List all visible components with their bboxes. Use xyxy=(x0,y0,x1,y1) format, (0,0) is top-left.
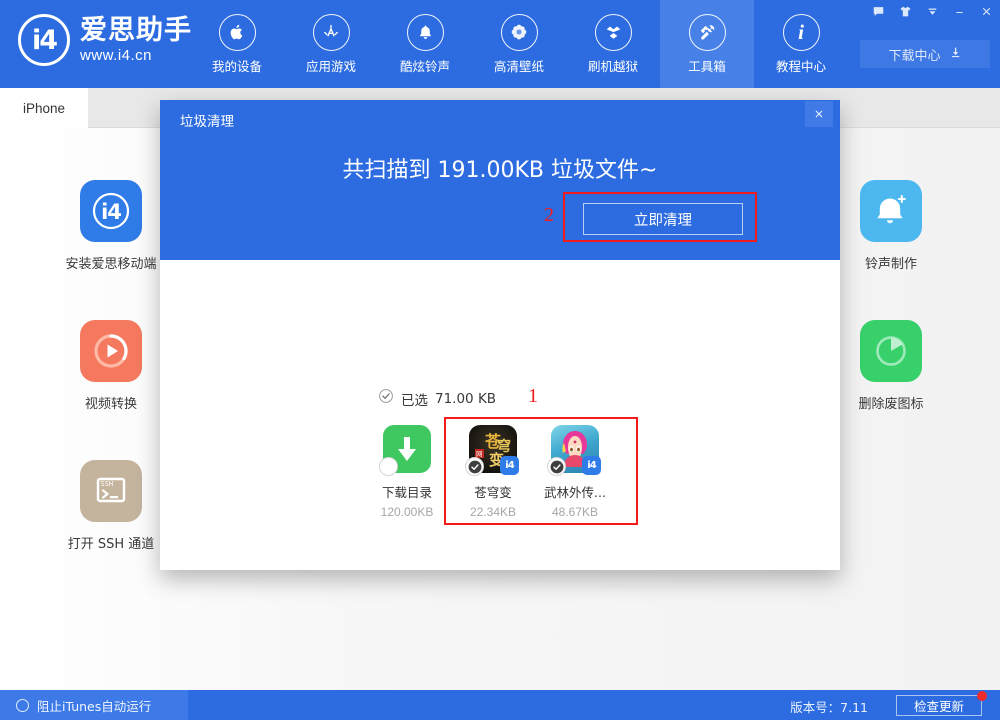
itunes-block-toggle[interactable]: 阻止iTunes自动运行 xyxy=(0,690,188,720)
dialog-title: 垃圾清理 xyxy=(180,114,234,130)
nav-label: 酷炫铃声 xyxy=(399,58,450,74)
file-name: 武林外传... xyxy=(544,485,606,500)
minimize-icon[interactable] xyxy=(946,0,973,22)
file-checkbox[interactable] xyxy=(547,457,566,476)
nav-label: 高清壁纸 xyxy=(493,58,544,74)
box-open-icon xyxy=(594,13,632,51)
version-label: 版本号：7.11 xyxy=(790,700,868,715)
info-icon: i xyxy=(782,13,820,51)
i4-logo-icon: i4 xyxy=(18,14,70,66)
annotation-marker-2: 2 xyxy=(544,204,554,226)
download-icon xyxy=(949,46,962,63)
tool-ringtone-maker[interactable]: 铃声制作 xyxy=(826,180,956,272)
scan-result-headline: 共扫描到 191.00KB 垃圾文件~ xyxy=(342,158,658,183)
file-name: 下载目录 xyxy=(381,485,432,500)
nav-item-apps-games[interactable]: 应用游戏 xyxy=(284,0,378,88)
tshirt-icon[interactable] xyxy=(892,0,919,22)
file-item-download-dir[interactable]: 下载目录 120.00KB xyxy=(366,425,448,519)
svg-text:SSH: SSH xyxy=(101,480,114,488)
apple-icon xyxy=(218,13,256,51)
appstore-icon xyxy=(312,13,350,51)
file-name: 苍穹变 xyxy=(474,485,512,500)
tool-label: 打开 SSH 通道 xyxy=(67,537,155,552)
check-update-label: 检查更新 xyxy=(913,699,964,714)
download-center-button[interactable]: 下载中心 xyxy=(860,40,990,68)
pie-clock-icon xyxy=(860,320,922,382)
annotation-marker-1: 1 xyxy=(528,385,538,407)
chat-bubble-icon[interactable] xyxy=(865,0,892,22)
clean-now-label: 立即清理 xyxy=(634,212,692,229)
i4-badge-icon: i4 xyxy=(582,456,601,475)
clean-now-button[interactable]: 立即清理 xyxy=(583,203,743,235)
main-nav: 我的设备 应用游戏 酷炫铃声 高清壁纸 刷机越狱 工具箱 i 教程中心 xyxy=(190,0,848,88)
toggle-circle-icon xyxy=(16,698,29,712)
video-play-icon xyxy=(80,320,142,382)
tool-delete-waste-icons[interactable]: 删除废图标 xyxy=(826,320,956,412)
nav-item-my-device[interactable]: 我的设备 xyxy=(190,0,284,88)
logo-mark-text: i4 xyxy=(31,24,58,56)
close-icon[interactable] xyxy=(973,0,1000,22)
nav-item-tutorials[interactable]: i 教程中心 xyxy=(754,0,848,88)
tool-label: 删除废图标 xyxy=(858,397,924,412)
i4-app-icon: i4 xyxy=(80,180,142,242)
tool-label: 安装爱思移动端 xyxy=(65,257,157,272)
status-bar: 阻止iTunes自动运行 版本号：7.11 检查更新 xyxy=(0,690,1000,720)
nav-item-flash-jailbreak[interactable]: 刷机越狱 xyxy=(566,0,660,88)
flower-icon xyxy=(500,13,538,51)
nav-label: 刷机越狱 xyxy=(587,58,638,74)
download-center-label: 下载中心 xyxy=(888,48,941,64)
junk-cleanup-dialog: 垃圾清理 共扫描到 191.00KB 垃圾文件~ 2 立即清理 已选 71.00… xyxy=(160,100,840,570)
svg-text:i4: i4 xyxy=(101,200,121,224)
app-header: i4 爱思助手 www.i4.cn 我的设备 应用游戏 酷炫铃声 高清壁纸 刷机… xyxy=(0,0,1000,88)
file-size: 22.34KB xyxy=(469,505,517,519)
app-window: i4 爱思助手 www.i4.cn 我的设备 应用游戏 酷炫铃声 高清壁纸 刷机… xyxy=(0,0,1000,720)
chevron-down-icon[interactable] xyxy=(919,0,946,22)
tool-label: 铃声制作 xyxy=(864,257,917,272)
file-checkbox[interactable] xyxy=(465,457,484,476)
selected-label: 已选 xyxy=(401,392,428,409)
tool-label: 视频转换 xyxy=(84,397,137,412)
badge-text: i4 xyxy=(587,460,596,471)
bell-icon xyxy=(406,13,444,51)
itunes-toggle-label: 阻止iTunes自动运行 xyxy=(37,698,152,714)
update-badge-dot xyxy=(977,691,987,701)
nav-item-toolbox[interactable]: 工具箱 xyxy=(660,0,754,88)
tool-open-ssh[interactable]: SSH 打开 SSH 通道 xyxy=(46,460,176,552)
brand-logo[interactable]: i4 爱思助手 www.i4.cn xyxy=(18,14,192,66)
clean-button-highlight: 立即清理 xyxy=(563,192,757,242)
wrench-icon xyxy=(688,13,726,51)
brand-name: 爱思助手 xyxy=(80,15,192,46)
badge-text: i4 xyxy=(505,460,514,471)
window-controls xyxy=(865,0,1000,22)
tab-label: iPhone xyxy=(22,100,66,116)
nav-label: 教程中心 xyxy=(775,58,826,74)
file-size: 48.67KB xyxy=(551,505,599,519)
nav-label: 应用游戏 xyxy=(305,58,356,74)
bell-plus-icon xyxy=(860,180,922,242)
nav-label: 工具箱 xyxy=(688,58,726,74)
i4-badge-icon: i4 xyxy=(500,456,519,475)
file-size: 120.00KB xyxy=(380,505,434,519)
file-checkbox[interactable] xyxy=(379,457,398,476)
selected-summary: 已选 71.00 KB xyxy=(378,388,496,409)
tab-iphone[interactable]: iPhone xyxy=(0,88,88,128)
ssh-terminal-icon: SSH xyxy=(80,460,142,522)
check-circle-icon xyxy=(378,388,394,409)
nav-label: 我的设备 xyxy=(211,58,262,74)
file-item-app-1[interactable]: 苍 穹 变 网 i4 苍穹变 22.34KB xyxy=(452,425,534,519)
tool-install-i4-mobile[interactable]: i4 安装爱思移动端 xyxy=(46,180,176,272)
nav-item-ringtones[interactable]: 酷炫铃声 xyxy=(378,0,472,88)
nav-item-wallpapers[interactable]: 高清壁纸 xyxy=(472,0,566,88)
file-item-app-2[interactable]: i4 武林外传... 48.67KB xyxy=(534,425,616,519)
check-update-button[interactable]: 检查更新 xyxy=(896,695,982,716)
brand-url: www.i4.cn xyxy=(80,47,153,64)
tool-video-convert[interactable]: 视频转换 xyxy=(46,320,176,412)
close-icon[interactable] xyxy=(805,101,833,127)
selected-size: 71.00 KB xyxy=(435,390,497,407)
